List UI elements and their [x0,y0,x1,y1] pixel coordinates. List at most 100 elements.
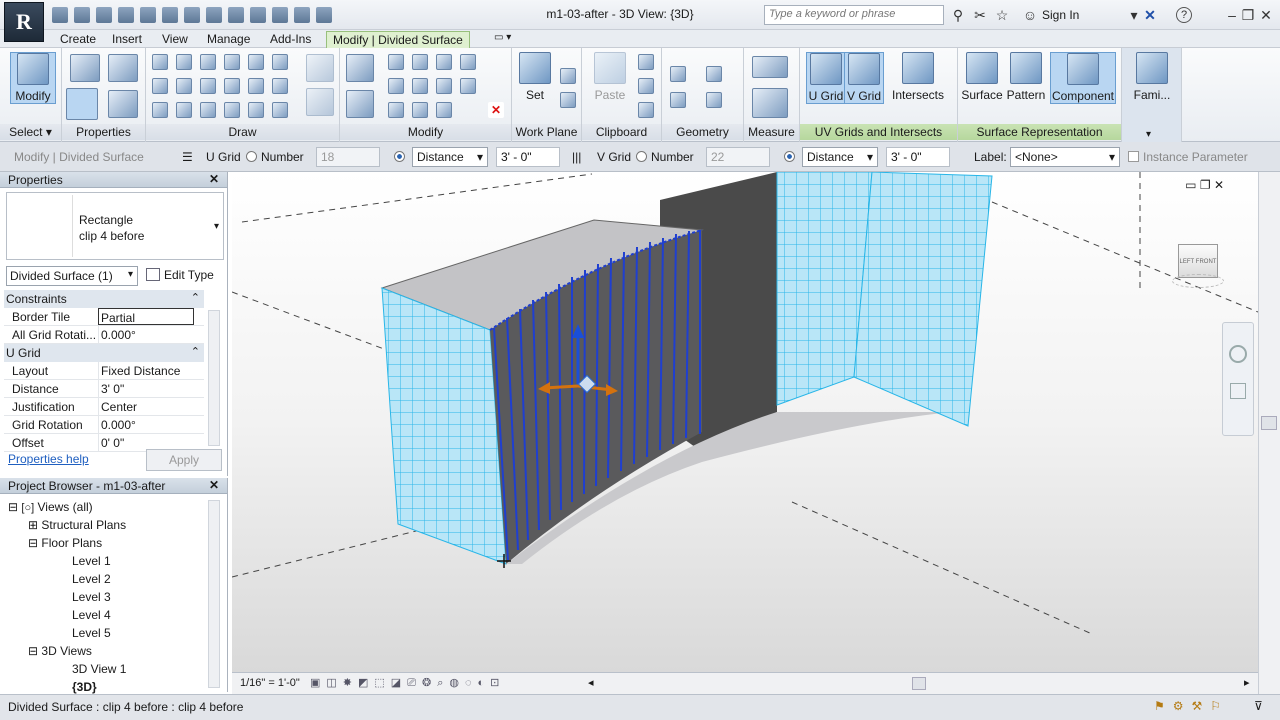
close-icon[interactable]: ✕ [1214,178,1224,192]
status-tool-icons[interactable]: ⚑⚙⚒⚐ [1154,699,1229,713]
arc-icon[interactable] [200,78,216,94]
component-button[interactable]: Component [1050,52,1116,104]
pin-icon[interactable] [388,102,404,118]
switch-windows-icon[interactable] [316,7,332,23]
tab-modify-divided-surface[interactable]: Modify | Divided Surface [326,31,470,48]
scroll-right-icon[interactable]: ▸ [1244,676,1250,689]
align-icon[interactable] [346,54,374,82]
type-selector[interactable]: Rectangle clip 4 before ▾ [6,192,224,260]
collapse-icon[interactable]: ⊟ [8,500,18,514]
polygon-icon[interactable] [224,54,240,70]
dimension-icon[interactable] [752,88,788,118]
restore-icon[interactable]: ❐ [1240,7,1256,23]
help-icon[interactable]: ? [1176,7,1192,23]
tree-item-level-1[interactable]: Level 1 [8,554,126,572]
close-icon[interactable]: ✕ [209,172,219,186]
intersects-button[interactable]: Intersects [888,52,948,102]
model-canvas[interactable] [231,171,1259,672]
reference-icon[interactable] [272,102,288,118]
tree-item-3d-view-1[interactable]: 3D View 1 [8,662,126,680]
copy-icon[interactable] [638,78,654,94]
tree-item-views-all[interactable]: ⊟ [○] Views (all) [8,500,126,518]
pattern-button[interactable]: Pattern [1004,52,1048,102]
paste-button[interactable]: Paste [588,52,632,102]
rectangle-icon[interactable] [200,54,216,70]
label-select[interactable]: <None> ▾ [1010,147,1120,167]
v-distance-mode-select[interactable]: Distance ▾ [802,147,878,167]
border-tile-field[interactable]: Partial [98,308,194,325]
favorites-star-icon[interactable]: ☆ [994,7,1010,23]
grid-rotation-field[interactable]: 0.000° [98,416,194,433]
properties-scrollbar[interactable] [208,310,220,446]
search-input[interactable]: Type a keyword or phrase [764,5,944,25]
block-left-face[interactable] [381,287,507,565]
cut-icon[interactable] [638,54,654,70]
panel-label-select[interactable]: Select ▾ [0,124,61,140]
family-category-icon[interactable] [108,90,138,118]
join-icon[interactable] [670,66,686,82]
cut-geometry-icon[interactable] [706,66,722,82]
arc-icon[interactable] [224,102,240,118]
chevron-down-icon[interactable]: ▾ [1126,7,1142,23]
ellipse-icon[interactable] [200,102,216,118]
surface-button[interactable]: Surface [960,52,1004,102]
browser-scrollbar[interactable] [208,500,220,688]
tree-item-floor-plans[interactable]: ⊟ Floor Plans [8,536,126,554]
tree-item-3d-views[interactable]: ⊟ 3D Views [8,644,126,662]
u-distance-mode-select[interactable]: Distance ▾ [412,147,488,167]
minimize-icon[interactable]: ▭ [1185,178,1196,192]
group-u-grid[interactable]: U Grid ⌃ [4,344,204,362]
trim-icon[interactable] [436,78,452,94]
v-distance-field[interactable]: 3' - 0" [886,147,950,167]
family-editor-button[interactable]: Fami... [1128,52,1176,102]
vertical-scrollbar[interactable] [1258,172,1280,694]
edit-type-button[interactable]: Edit Type [146,268,214,282]
v-number-field[interactable]: 22 [706,147,770,167]
view-scale[interactable]: 1/16" = 1'-0" [240,677,300,689]
open-icon[interactable] [52,7,68,23]
mirror-axis-icon[interactable] [436,54,452,70]
collapse-icon[interactable]: ⊟ [28,536,38,550]
tab-insert[interactable]: Insert [112,31,142,48]
distance-field[interactable]: 3' 0" [98,380,194,397]
navigation-bar[interactable] [1222,322,1254,436]
aligned-dimension-icon[interactable] [184,7,200,23]
arc-icon[interactable] [224,78,240,94]
filter-icon[interactable]: ⊽ [1254,699,1263,713]
viewcube-left-label[interactable]: LEFT [1180,259,1195,265]
u-grid-button[interactable]: U Grid [806,52,846,104]
all-grid-rotation-field[interactable]: 0.000° [98,326,194,343]
arc-icon[interactable] [176,78,192,94]
line-icon[interactable] [152,54,168,70]
undo-icon[interactable] [118,7,134,23]
split-icon[interactable] [460,54,476,70]
chevron-down-icon[interactable]: ▾ [1146,129,1151,140]
point-icon[interactable] [248,102,264,118]
move-icon[interactable] [346,90,374,118]
mirror-icon[interactable] [412,54,428,70]
type-properties-icon[interactable] [70,54,100,82]
show-work-plane-icon[interactable] [560,68,576,84]
tab-view[interactable]: View [162,31,188,48]
match-type-icon[interactable] [638,102,654,118]
u-grid-toggle-icon[interactable]: ☰ [182,150,193,164]
v-number-radio[interactable]: Number [636,150,694,164]
save-icon[interactable] [74,7,90,23]
offset-icon[interactable] [388,54,404,70]
sync-icon[interactable] [96,7,112,23]
group-constraints[interactable]: Constraints ⌃ [4,290,204,308]
tree-item-level-3[interactable]: Level 3 [8,590,126,608]
spline-icon[interactable] [176,102,192,118]
unjoin-icon[interactable] [670,92,686,108]
layout-field[interactable]: Fixed Distance [98,362,194,379]
scroll-left-icon[interactable]: ◂ [588,676,594,689]
u-number-field[interactable]: 18 [316,147,380,167]
text-icon[interactable] [206,7,222,23]
tree-item-level-4[interactable]: Level 4 [8,608,126,626]
spline-icon[interactable] [152,102,168,118]
close-hidden-icon[interactable] [294,7,310,23]
v-grid-toggle-icon[interactable]: ||| [572,150,581,164]
family-types-icon[interactable] [108,54,138,82]
close-icon[interactable]: ✕ [209,478,219,492]
3d-viewport[interactable]: ▭ ❐ ✕ LEFT FRONT [231,171,1259,672]
